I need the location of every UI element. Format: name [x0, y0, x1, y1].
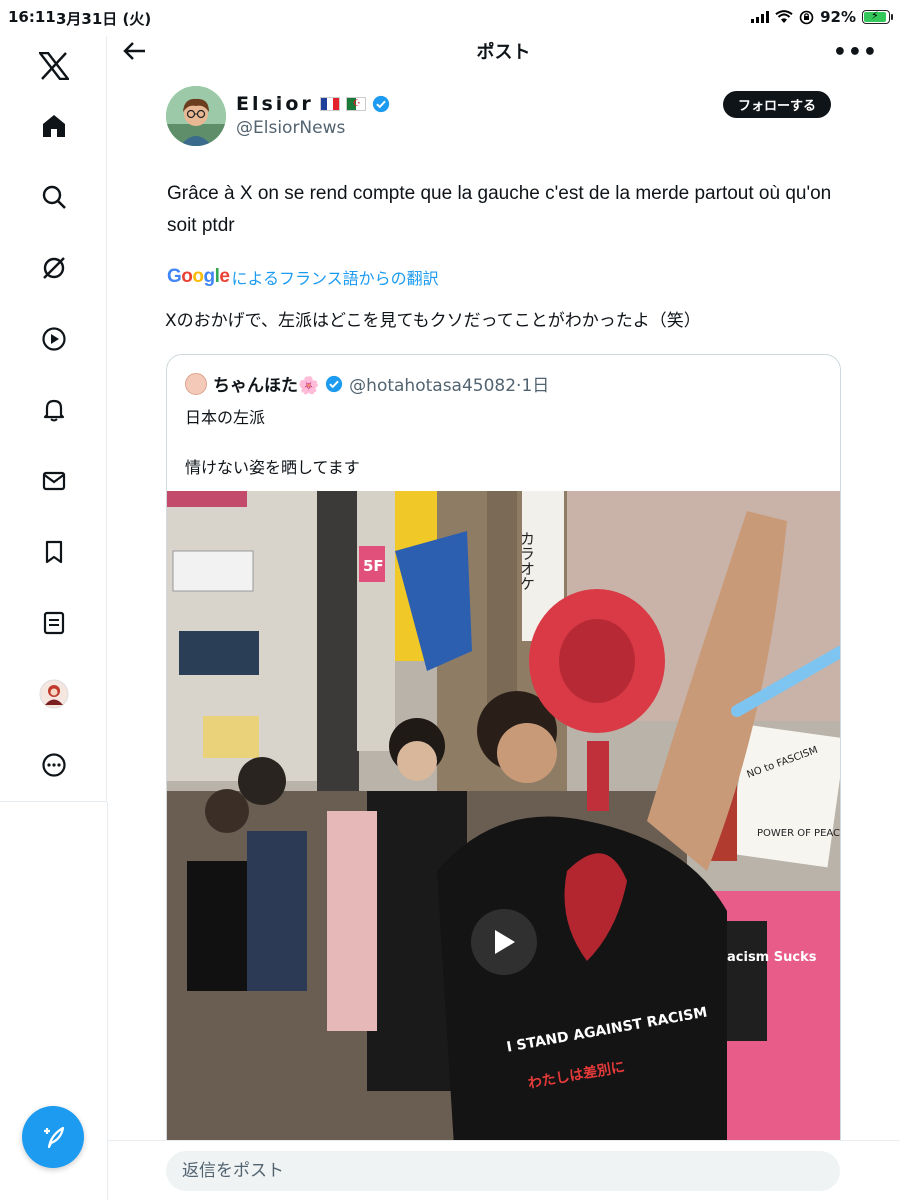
translation-link[interactable]: Google によるフランス語からの翻訳	[167, 265, 439, 289]
post-text: Grâce à X on se rend compte que la gauch…	[167, 183, 832, 236]
quote-header: ちゃんほた🌸 @hotahotasa45082·1日	[185, 371, 549, 396]
verified-badge-icon	[326, 375, 343, 392]
translation-label: によるフランス語からの翻訳	[231, 269, 439, 288]
bookmark-icon[interactable]	[36, 534, 72, 570]
sidebar	[0, 36, 107, 802]
reply-input[interactable]	[166, 1151, 840, 1191]
france-flag-icon	[319, 97, 340, 111]
quoted-post[interactable]: ちゃんほた🌸 @hotahotasa45082·1日 日本の左派 情けない姿を晒…	[166, 354, 841, 1194]
more-options-icon[interactable]: •••	[833, 40, 878, 65]
signal-icon	[751, 11, 770, 23]
profile-avatar[interactable]	[36, 676, 72, 712]
play-icon	[495, 930, 515, 954]
lists-icon[interactable]	[36, 605, 72, 641]
floor-sign: 5F	[363, 557, 384, 575]
status-time: 16:11	[8, 8, 56, 26]
algeria-flag-icon: ☪	[345, 97, 366, 111]
google-logo: Google	[167, 266, 230, 287]
quote-text-line-1: 日本の左派	[185, 408, 266, 427]
page-title: ポスト	[476, 42, 531, 63]
author-avatar[interactable]	[166, 86, 226, 146]
karaoke-sign: カラオケ	[518, 531, 536, 591]
quote-handle-time: @hotahotasa45082·1日	[349, 376, 550, 396]
verified-badge-icon	[372, 95, 389, 113]
battery-icon: ⚡	[862, 9, 893, 24]
video-player[interactable]: 5F カラオケ Racism Sucks NO to FASCISM POWER…	[167, 491, 841, 1193]
peace-sign: POWER OF PEACE	[757, 828, 841, 839]
compose-icon	[44, 1126, 65, 1149]
wifi-icon	[775, 10, 793, 23]
quote-text-line-2: 情けない姿を晒してます	[185, 458, 360, 477]
video-thumbnail: 5F カラオケ Racism Sucks NO to FASCISM POWER…	[167, 491, 841, 1193]
play-button[interactable]	[471, 909, 537, 975]
search-icon[interactable]	[36, 179, 72, 215]
orientation-lock-icon	[799, 10, 814, 24]
battery-percent: 92%	[820, 8, 856, 26]
status-bar: 16:11 3月31日 (火) 92% ⚡	[0, 0, 900, 36]
quote-author-name: ちゃんほた🌸	[213, 376, 320, 396]
author-name[interactable]: Elsior ☪	[236, 93, 390, 115]
video-icon[interactable]	[36, 321, 72, 357]
more-circle-icon[interactable]	[36, 747, 72, 783]
compose-button[interactable]	[22, 1106, 84, 1168]
reply-bar	[108, 1140, 900, 1200]
quote-author-avatar	[185, 372, 207, 395]
translated-text: Xのおかげで、左派はどこを見てもクソだってことがわかったよ（笑）	[165, 311, 701, 331]
author-name-text: Elsior	[236, 93, 314, 115]
status-date: 3月31日 (火)	[56, 10, 152, 28]
grok-icon[interactable]	[36, 250, 72, 286]
racism-sign: Racism Sucks	[717, 950, 817, 965]
follow-button[interactable]: フォローする	[723, 91, 831, 118]
home-icon[interactable]	[36, 108, 72, 144]
bell-icon[interactable]	[36, 392, 72, 428]
status-indicators: 92% ⚡	[751, 8, 893, 26]
author-handle[interactable]: @ElsiorNews	[236, 118, 345, 138]
mail-icon[interactable]	[36, 463, 72, 499]
